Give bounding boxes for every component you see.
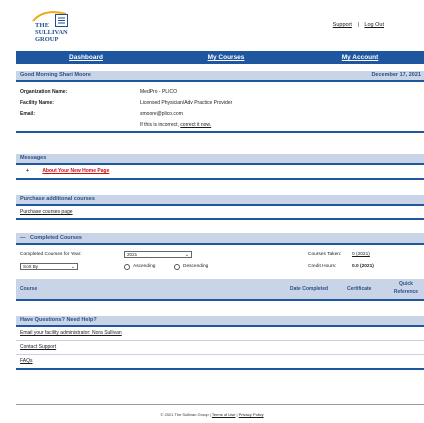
ascending-label: Ascending [133,264,156,269]
year-select-value: 2021 [127,252,138,257]
completed-filters: Completed Courses for Year: 2021 ⌄ Sort … [16,245,424,279]
current-date: December 17, 2021 [371,72,421,78]
col-quick-line2: Reference [393,289,419,295]
facility-row: Facility Name: Licensed Physician/Adv Pr… [16,98,424,109]
new-home-page-link[interactable]: About Your New Home Page [42,168,109,174]
help-row-admin: Email your facility administrator: Nora … [16,327,424,340]
purchase-bottom-rule [16,218,424,220]
footer-divider [16,404,424,405]
help-title: Have Questions? Need Help? [16,316,424,325]
logo-text-group: GROUP [35,36,59,43]
faqs-link[interactable]: FAQs [20,358,33,364]
main-nav: Dashboard My Courses My Account [16,51,424,64]
help-row-faqs: FAQs [16,355,424,368]
credit-hours-label: Credit Hours: [308,264,337,269]
email-admin-link[interactable]: Email your facility administrator: Nora … [20,330,122,336]
chevron-down-icon: ⌄ [184,252,189,258]
terms-of-use-link[interactable]: Terms of Use [212,412,236,417]
incorrect-note: If this is incorrect, correct it now. [140,120,211,131]
org-label: Organization Name: [20,89,68,95]
completed-courses-header[interactable]: — Completed Courses [16,233,424,243]
year-select[interactable]: 2021 ⌄ [124,251,192,258]
purchase-title: Purchase additional courses [16,195,424,204]
facility-label: Facility Name: [20,100,54,106]
help-section: Have Questions? Need Help? Email your fa… [16,316,424,370]
contact-support-link[interactable]: Contact Support [20,344,56,350]
account-summary: Good Morning Shari Moore December 17, 20… [16,71,424,133]
email-label: Email: [20,111,36,117]
completed-courses-section: — Completed Courses Completed Courses fo… [16,233,424,301]
courses-table-rule [16,299,424,301]
support-link[interactable]: Support [333,22,352,28]
descending-label: Descending [183,264,209,269]
org-row: Organization Name: MedPro - PLICO [16,87,424,98]
courses-table-header: Course Date Completed Certificate Quick … [16,279,424,299]
purchase-row: Purchase courses page [16,206,424,218]
col-quick-line1: Quick [399,281,413,287]
credit-hours-value: 0.0 (2021) [352,264,374,269]
top-links: Support | Log Out [333,22,384,28]
help-row-support: Contact Support [16,341,424,354]
book-icon [55,14,68,27]
courses-taken-link[interactable]: 0 (2021) [352,252,370,257]
message-bullet: + [26,168,29,174]
email-value: smoore@plico.com [140,111,183,117]
correct-it-now-link[interactable]: correct it now. [180,122,211,128]
greeting-title: Good Morning Shari Moore [20,72,91,78]
messages-section: Messages + About Your New Home Page [16,154,424,180]
completed-courses-title: Completed Courses [30,235,82,241]
descending-radio[interactable] [174,263,180,270]
sort-select-value: Sort By [23,264,39,269]
email-row: Email: smoore@plico.com [16,109,424,120]
purchase-section: Purchase additional courses Purchase cou… [16,195,424,220]
greeting-header: Good Morning Shari Moore December 17, 20… [16,71,424,80]
privacy-policy-link[interactable]: Privacy Policy [239,412,264,417]
courses-taken-label: Courses Taken: [308,252,342,257]
messages-bottom-rule [16,178,424,180]
footer: © 2021 The Sullivan Group | Terms of Use… [0,412,424,417]
col-certificate: Certificate [347,286,372,292]
copyright-text: © 2021 The Sullivan Group | [160,412,212,417]
ascending-radio[interactable] [124,263,130,270]
sort-select[interactable]: Sort By ⌄ [20,263,78,270]
incorrect-row: If this is incorrect, correct it now. [16,120,424,131]
logo-text-sullivan: SULLIVAN [35,29,68,36]
top-links-separator: | [357,22,359,28]
tab-my-courses[interactable]: My Courses [156,51,296,64]
col-date-completed: Date Completed [290,286,329,292]
message-item: + About Your New Home Page [16,165,424,178]
org-value: MedPro - PLICO [140,89,177,95]
col-course: Course [20,286,38,292]
purchase-courses-link[interactable]: Purchase courses page [20,209,73,215]
messages-title: Messages [16,154,424,163]
incorrect-text: If this is incorrect, [140,122,181,128]
col-quick-reference: Quick Reference [390,281,422,295]
greeting-bottom-rule [16,131,424,133]
help-bottom-rule [16,368,424,370]
header: THE SULLIVAN GROUP Support | Log Out [0,0,424,50]
year-label: Completed Courses for Year: [20,252,82,257]
sullivan-group-logo[interactable]: THE SULLIVAN GROUP [32,10,76,46]
chevron-down-icon: ⌄ [70,264,75,270]
facility-value: Licensed Physician/Adv Practice Provider [140,100,233,106]
tab-dashboard[interactable]: Dashboard [16,51,156,64]
logo-text-the: THE [35,22,50,29]
greeting-rule [16,80,424,82]
tab-my-account[interactable]: My Account [296,51,424,64]
collapse-icon[interactable]: — [20,235,26,241]
logout-link[interactable]: Log Out [364,22,384,28]
